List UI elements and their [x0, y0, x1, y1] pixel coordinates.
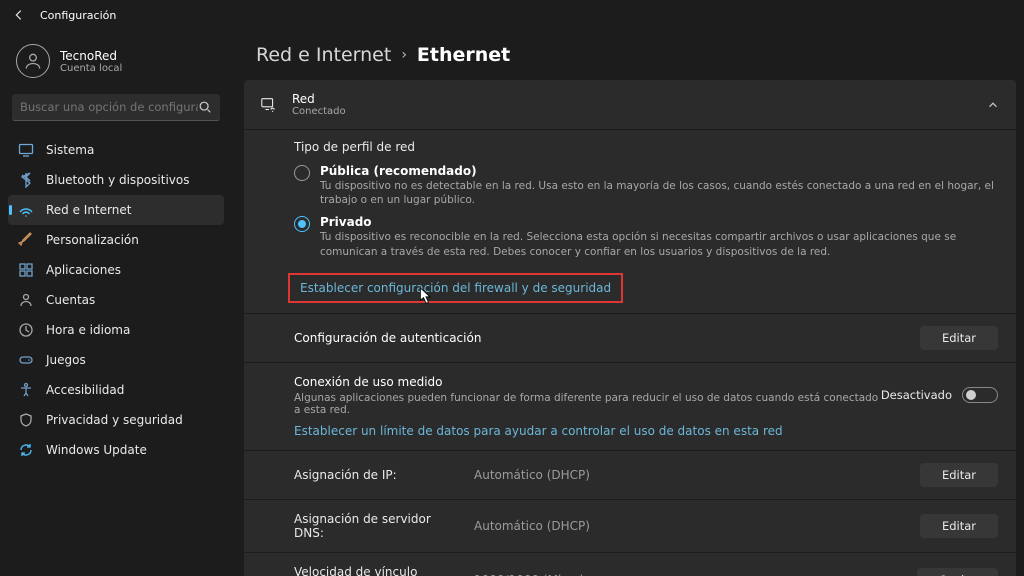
sidebar-item-update[interactable]: Windows Update: [8, 435, 224, 465]
metered-desc: Algunas aplicaciones pueden funcionar de…: [294, 392, 881, 416]
network-expander: Red Conectado Tipo de perfil de red Públ: [244, 80, 1016, 576]
nav-label: Sistema: [46, 143, 94, 157]
expander-header[interactable]: Red Conectado: [244, 80, 1016, 129]
firewall-settings-link[interactable]: Establecer configuración del firewall y …: [300, 281, 611, 295]
metered-toggle[interactable]: Desactivado: [881, 387, 998, 403]
radio-private-label: Privado: [320, 215, 998, 229]
sidebar: TecnoRed Cuenta local Sistema Bluetooth …: [0, 30, 232, 576]
sidebar-item-accesibilidad[interactable]: Accesibilidad: [8, 375, 224, 405]
speed-label: Velocidad de vínculo (recepción/transmis…: [294, 565, 464, 576]
metered-row: Conexión de uso medido Algunas aplicacio…: [244, 362, 1016, 450]
user-name: TecnoRed: [60, 49, 122, 63]
network-icon: [18, 202, 34, 218]
shield-icon: [18, 412, 34, 428]
titlebar: Configuración: [0, 0, 1024, 30]
toggle-knob: [966, 390, 976, 400]
sidebar-item-bluetooth[interactable]: Bluetooth y dispositivos: [8, 165, 224, 195]
breadcrumb: Red e Internet › Ethernet: [236, 40, 1024, 80]
nav-label: Juegos: [46, 353, 86, 367]
gaming-icon: [18, 352, 34, 368]
radio-public[interactable]: Pública (recomendado) Tu dispositivo no …: [294, 164, 998, 215]
copy-speed-button[interactable]: Copiar: [917, 568, 998, 576]
radio-public-label: Pública (recomendado): [320, 164, 998, 178]
network-title: Red: [292, 92, 972, 106]
metered-label: Conexión de uso medido: [294, 375, 881, 389]
dns-value: Automático (DHCP): [474, 519, 910, 533]
sidebar-item-sistema[interactable]: Sistema: [8, 135, 224, 165]
sidebar-item-red[interactable]: Red e Internet: [8, 195, 224, 225]
nav-label: Aplicaciones: [46, 263, 121, 277]
accounts-icon: [18, 292, 34, 308]
nav-label: Personalización: [46, 233, 139, 247]
brush-icon: [18, 232, 34, 248]
nav-label: Hora e idioma: [46, 323, 130, 337]
breadcrumb-current: Ethernet: [417, 44, 510, 66]
bluetooth-icon: [18, 172, 34, 188]
sidebar-item-aplicaciones[interactable]: Aplicaciones: [8, 255, 224, 285]
edit-ip-button[interactable]: Editar: [920, 463, 998, 487]
apps-icon: [18, 262, 34, 278]
app-title: Configuración: [40, 9, 116, 22]
sidebar-item-personalizacion[interactable]: Personalización: [8, 225, 224, 255]
system-icon: [18, 142, 34, 158]
back-button[interactable]: [12, 8, 26, 22]
update-icon: [18, 442, 34, 458]
sidebar-item-cuentas[interactable]: Cuentas: [8, 285, 224, 315]
chevron-right-icon: ›: [401, 47, 407, 63]
search-icon: [198, 100, 212, 114]
edit-auth-button[interactable]: Editar: [920, 326, 998, 350]
radio-icon-checked: [294, 216, 310, 232]
ip-label: Asignación de IP:: [294, 468, 464, 482]
main-content: Red e Internet › Ethernet Red Conectado: [232, 30, 1024, 576]
dns-assignment-row: Asignación de servidor DNS: Automático (…: [244, 499, 1016, 552]
accessibility-icon: [18, 382, 34, 398]
sidebar-item-privacidad[interactable]: Privacidad y seguridad: [8, 405, 224, 435]
highlight-annotation: Establecer configuración del firewall y …: [288, 273, 623, 303]
nav-label: Red e Internet: [46, 203, 131, 217]
radio-private-desc: Tu dispositivo es reconocible en la red.…: [320, 230, 998, 258]
radio-public-desc: Tu dispositivo no es detectable en la re…: [320, 179, 998, 207]
user-account[interactable]: TecnoRed Cuenta local: [8, 34, 224, 94]
user-subtitle: Cuenta local: [60, 63, 122, 74]
time-icon: [18, 322, 34, 338]
data-limit-link[interactable]: Establecer un límite de datos para ayuda…: [294, 424, 783, 438]
nav-label: Privacidad y seguridad: [46, 413, 183, 427]
profile-type-section: Tipo de perfil de red Pública (recomenda…: [244, 129, 1016, 313]
profile-type-title: Tipo de perfil de red: [294, 140, 998, 154]
auth-label: Configuración de autenticación: [294, 331, 920, 345]
ip-value: Automático (DHCP): [474, 468, 910, 482]
monitor-network-icon: [260, 96, 278, 114]
nav-label: Bluetooth y dispositivos: [46, 173, 189, 187]
toggle-state-label: Desactivado: [881, 388, 952, 402]
toggle-track: [962, 387, 998, 403]
avatar-icon: [16, 44, 50, 78]
radio-private[interactable]: Privado Tu dispositivo es reconocible en…: [294, 215, 998, 266]
ip-assignment-row: Asignación de IP: Automático (DHCP) Edit…: [244, 450, 1016, 499]
chevron-up-icon: [986, 98, 1000, 112]
edit-dns-button[interactable]: Editar: [920, 514, 998, 538]
search-box[interactable]: [12, 94, 220, 121]
nav-label: Accesibilidad: [46, 383, 124, 397]
sidebar-item-juegos[interactable]: Juegos: [8, 345, 224, 375]
link-speed-row: Velocidad de vínculo (recepción/transmis…: [244, 552, 1016, 576]
nav-label: Windows Update: [46, 443, 147, 457]
sidebar-item-hora[interactable]: Hora e idioma: [8, 315, 224, 345]
network-status: Conectado: [292, 106, 972, 117]
nav-list: Sistema Bluetooth y dispositivos Red e I…: [8, 135, 224, 465]
nav-label: Cuentas: [46, 293, 95, 307]
breadcrumb-parent[interactable]: Red e Internet: [256, 44, 391, 66]
auth-settings-row: Configuración de autenticación Editar: [244, 313, 1016, 362]
search-input[interactable]: [20, 100, 198, 114]
dns-label: Asignación de servidor DNS:: [294, 512, 464, 540]
radio-icon: [294, 165, 310, 181]
